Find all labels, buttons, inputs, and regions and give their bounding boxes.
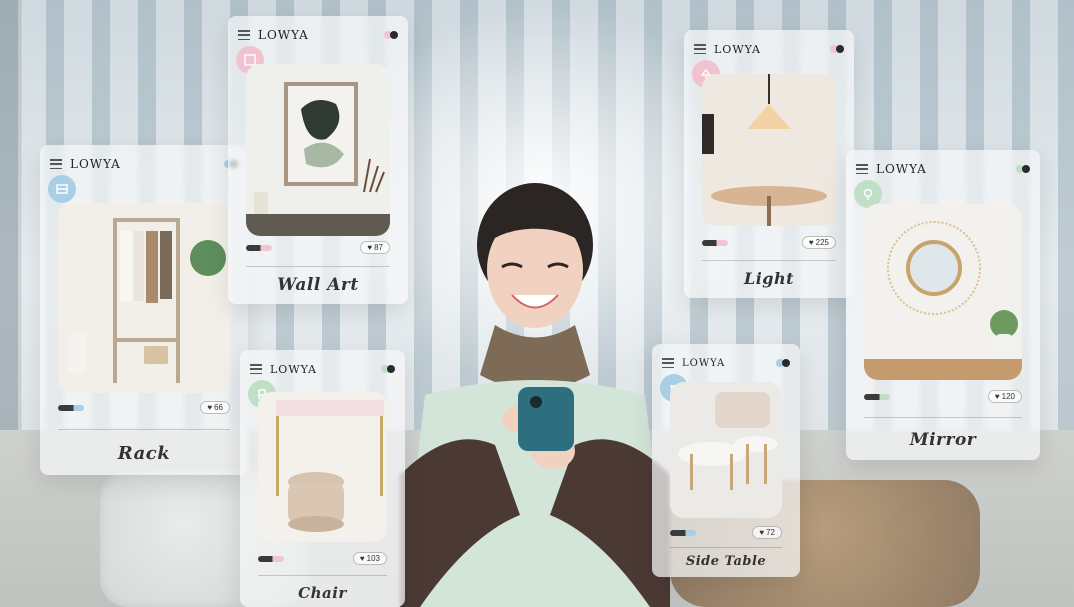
- like-count: 225: [815, 238, 829, 247]
- brand-wrap: LOWYA: [238, 28, 309, 42]
- product-title: Side Table: [685, 554, 767, 569]
- like-count: 87: [374, 243, 383, 252]
- card-meta: ♥ 72: [670, 526, 782, 539]
- menu-icon[interactable]: [662, 358, 674, 368]
- heart-icon: ♥: [367, 242, 373, 252]
- divider: [246, 266, 390, 267]
- like-button[interactable]: ♥ 120: [987, 390, 1022, 403]
- product-image-light: [702, 74, 836, 226]
- like-count: 120: [1001, 392, 1015, 401]
- menu-icon[interactable]: [856, 164, 868, 174]
- brand-wrap: LOWYA: [662, 358, 725, 369]
- product-title: Light: [743, 269, 795, 288]
- heart-icon: ♥: [359, 553, 365, 563]
- toggle-dots-icon[interactable]: [381, 365, 395, 373]
- card-header: LOWYA: [50, 155, 238, 173]
- heart-icon: ♥: [994, 391, 1000, 401]
- like-button[interactable]: ♥ 225: [801, 236, 836, 249]
- product-card-wall-art[interactable]: LOWYA ♥ 87 Wall Art: [228, 16, 408, 304]
- divider: [670, 547, 782, 548]
- heart-icon: ♥: [759, 527, 765, 537]
- color-swatch-bar[interactable]: [864, 393, 890, 400]
- toggle-dots-icon[interactable]: [776, 359, 790, 367]
- like-button[interactable]: ♥ 66: [200, 401, 230, 414]
- brand-wrap: LOWYA: [694, 43, 761, 56]
- color-swatch-bar[interactable]: [58, 404, 84, 411]
- card-meta: ♥ 66: [58, 401, 230, 414]
- like-button[interactable]: ♥ 87: [360, 241, 390, 254]
- color-swatch-bar[interactable]: [246, 244, 272, 251]
- product-image-rack: [58, 203, 230, 393]
- brand-name: LOWYA: [270, 362, 317, 376]
- menu-icon[interactable]: [250, 364, 262, 374]
- like-count: 72: [766, 528, 775, 537]
- card-header: LOWYA: [856, 160, 1030, 178]
- product-title: Wall Art: [277, 275, 359, 295]
- color-swatch-bar[interactable]: [702, 239, 728, 246]
- woman-with-phone: [400, 175, 670, 607]
- brand-wrap: LOWYA: [50, 157, 121, 171]
- card-meta: ♥ 120: [864, 390, 1022, 403]
- toggle-dots-icon[interactable]: [830, 45, 844, 53]
- card-meta: ♥ 87: [246, 241, 390, 254]
- card-header: LOWYA: [238, 26, 398, 44]
- product-image-mirror: [864, 204, 1022, 380]
- brand-name: LOWYA: [70, 157, 121, 171]
- like-button[interactable]: ♥ 103: [352, 552, 387, 565]
- heart-icon: ♥: [808, 237, 814, 247]
- card-meta: ♥ 225: [702, 236, 836, 249]
- divider: [702, 260, 836, 261]
- brand-wrap: LOWYA: [250, 363, 317, 376]
- product-card-mirror[interactable]: LOWYA ♥ 120 Mirror: [846, 150, 1040, 460]
- brand-name: LOWYA: [876, 162, 927, 176]
- divider: [58, 429, 230, 430]
- like-count: 103: [366, 554, 380, 563]
- product-title: Rack: [117, 443, 171, 464]
- product-image-chair: [258, 392, 387, 542]
- card-meta: ♥ 103: [258, 552, 387, 565]
- color-swatch-bar[interactable]: [670, 529, 696, 536]
- card-header: LOWYA: [250, 360, 395, 378]
- divider: [258, 575, 387, 576]
- product-card-chair[interactable]: LOWYA ♥ 103 Chair: [240, 350, 405, 607]
- color-swatch-bar[interactable]: [258, 555, 284, 562]
- toggle-dots-icon[interactable]: [384, 31, 398, 39]
- ad-scene: LOWYA ♥ 66 Rack LOWYA ♥ 87 Wall Art LOWY…: [0, 0, 1074, 607]
- menu-icon[interactable]: [238, 30, 250, 40]
- product-title: Chair: [298, 584, 347, 602]
- brand-name: LOWYA: [258, 28, 309, 42]
- brand-name: LOWYA: [682, 357, 726, 369]
- like-count: 66: [214, 403, 223, 412]
- product-image-side-table: [670, 382, 782, 518]
- product-card-side-table[interactable]: LOWYA ♥ 72 Side Table: [652, 344, 800, 577]
- menu-icon[interactable]: [50, 159, 62, 169]
- shelf-icon: [48, 175, 76, 203]
- heart-icon: ♥: [207, 402, 213, 412]
- like-button[interactable]: ♥ 72: [752, 526, 782, 539]
- brand-name: LOWYA: [714, 42, 761, 56]
- card-header: LOWYA: [694, 40, 844, 58]
- card-header: LOWYA: [662, 354, 790, 372]
- product-image-wall-art: [246, 64, 390, 236]
- woman-illustration: [400, 183, 670, 607]
- product-title: Mirror: [909, 430, 977, 450]
- brand-wrap: LOWYA: [856, 162, 927, 176]
- divider: [864, 417, 1022, 418]
- product-card-light[interactable]: LOWYA ♥ 225 Light: [684, 30, 854, 298]
- toggle-dots-icon[interactable]: [1016, 165, 1030, 173]
- product-card-rack[interactable]: LOWYA ♥ 66 Rack: [40, 145, 248, 475]
- menu-icon[interactable]: [694, 44, 706, 54]
